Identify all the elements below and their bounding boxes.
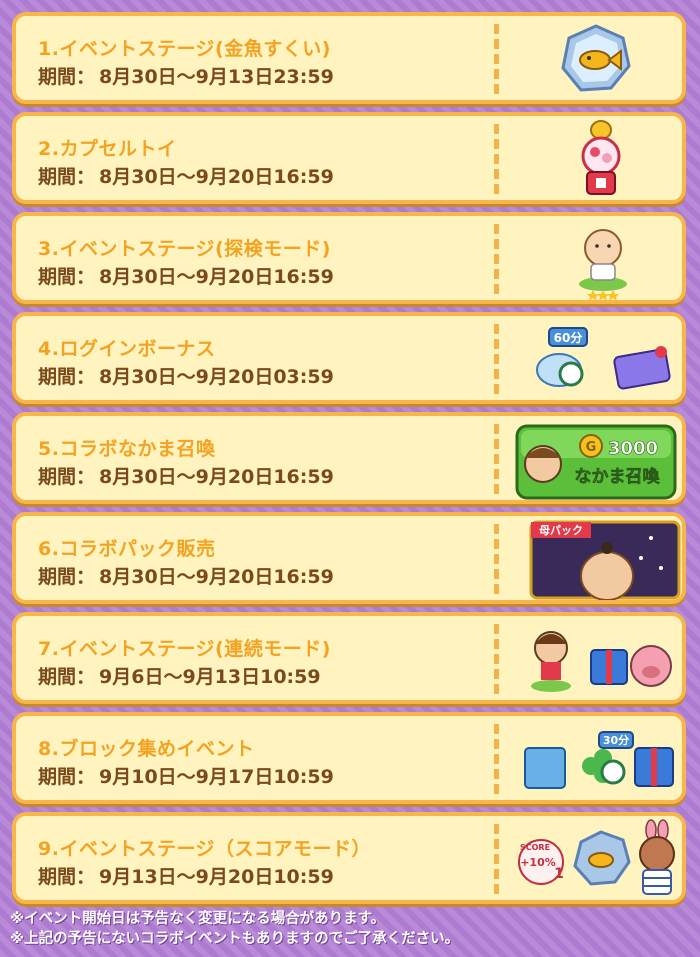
event-title: 2.カプセルトイ: [38, 138, 177, 160]
capsule-toy-machine-icon: [511, 118, 681, 200]
divider: [494, 624, 499, 694]
period-value: 8月30日〜9月20日16:59: [99, 566, 334, 588]
period-value: 8月30日〜9月20日16:59: [99, 466, 334, 488]
period-label: 期間：: [38, 766, 96, 788]
period-value: 9月13日〜9月20日10:59: [99, 866, 334, 888]
period-label: 期間：: [38, 466, 96, 488]
characters-gift-icon: [511, 618, 681, 700]
event-card-8: 8.ブロック集めイベント 期間： 9月10日〜9月17日10:59 30分: [12, 712, 686, 804]
period-label: 期間：: [38, 666, 96, 688]
event-period: 期間： 8月30日〜9月20日16:59: [38, 162, 334, 189]
period-label: 期間：: [38, 166, 96, 188]
divider: [494, 24, 499, 94]
period-value: 8月30日〜9月20日16:59: [99, 166, 334, 188]
period-label: 期間：: [38, 366, 96, 388]
score-top: SCORE: [520, 843, 550, 852]
event-period: 期間： 8月30日〜9月20日03:59: [38, 362, 334, 389]
summon-label: なかま召喚: [575, 466, 661, 487]
collab-pack-icon: 母パック: [511, 518, 681, 600]
event-period: 期間： 9月6日〜9月13日10:59: [38, 662, 321, 689]
block-clover-gift-icon: 30分: [511, 718, 681, 800]
score-value: +10%: [520, 856, 556, 869]
divider: [494, 324, 499, 394]
event-period: 期間： 8月30日〜9月20日16:59: [38, 562, 334, 589]
period-value: 9月10日〜9月17日10:59: [99, 766, 334, 788]
event-title: 3.イベントステージ(探検モード): [38, 238, 331, 260]
clock-items-icon: 60分: [511, 318, 681, 400]
footnote-2: ※上記の予告にないコラボイベントもありますのでご了承ください。: [10, 931, 460, 947]
divider: [494, 524, 499, 594]
event-title: 7.イベントステージ(連続モード): [38, 638, 331, 660]
event-title: 4.ログインボーナス: [38, 338, 216, 360]
event-period: 期間： 8月30日〜9月20日16:59: [38, 462, 334, 489]
period-label: 期間：: [38, 66, 96, 88]
svg-text:G: G: [586, 440, 597, 455]
character-stars-icon: [511, 218, 681, 300]
event-title: 6.コラボパック販売: [38, 538, 216, 560]
event-title: 1.イベントステージ(金魚すくい): [38, 38, 331, 60]
event-title: 5.コラボなかま召喚: [38, 438, 216, 460]
summon-cost: 3000: [608, 438, 658, 459]
score-badge-character-icon: SCORE +10% 1: [511, 818, 681, 900]
event-card-4: 4.ログインボーナス 期間： 8月30日〜9月20日03:59 60分: [12, 312, 686, 404]
footnote-1: ※イベント開始日は予告なく変更になる場合があります。: [10, 911, 386, 927]
period-value: 8月30日〜9月20日03:59: [99, 366, 334, 388]
period-label: 期間：: [38, 266, 96, 288]
divider: [494, 824, 499, 894]
event-title: 8.ブロック集めイベント: [38, 738, 255, 760]
goldfish-badge-icon: [511, 18, 681, 100]
divider: [494, 224, 499, 294]
summon-button-icon: G 3000 なかま召喚: [511, 418, 681, 500]
pack-banner: 母パック: [539, 524, 583, 537]
event-card-5: 5.コラボなかま召喚 期間： 8月30日〜9月20日16:59 G 3000 なか…: [12, 412, 686, 504]
time-badge: 30分: [603, 733, 629, 747]
event-card-2: 2.カプセルトイ 期間： 8月30日〜9月20日16:59: [12, 112, 686, 204]
event-card-6: 6.コラボパック販売 期間： 8月30日〜9月20日16:59 母パック: [12, 512, 686, 604]
divider: [494, 424, 499, 494]
period-value: 8月30日〜9月20日16:59: [99, 266, 334, 288]
event-card-3: 3.イベントステージ(探検モード) 期間： 8月30日〜9月20日16:59: [12, 212, 686, 304]
period-label: 期間：: [38, 866, 96, 888]
event-period: 期間： 8月30日〜9月13日23:59: [38, 62, 334, 89]
event-period: 期間： 8月30日〜9月20日16:59: [38, 262, 334, 289]
event-period: 期間： 9月10日〜9月17日10:59: [38, 762, 334, 789]
footnotes: ※イベント開始日は予告なく変更になる場合があります。 ※上記の予告にないコラボイ…: [10, 909, 459, 949]
period-value: 8月30日〜9月13日23:59: [99, 66, 334, 88]
divider: [494, 124, 499, 194]
event-card-1: 1.イベントステージ(金魚すくい) 期間： 8月30日〜9月13日23:59: [12, 12, 686, 104]
score-level: 1: [554, 866, 564, 882]
event-card-9: 9.イベントステージ（スコアモード） 期間： 9月13日〜9月20日10:59 S…: [12, 812, 686, 904]
event-card-7: 7.イベントステージ(連続モード) 期間： 9月6日〜9月13日10:59: [12, 612, 686, 704]
time-badge: 60分: [554, 330, 583, 345]
divider: [494, 724, 499, 794]
period-label: 期間：: [38, 566, 96, 588]
event-title: 9.イベントステージ（スコアモード）: [38, 838, 372, 860]
event-period: 期間： 9月13日〜9月20日10:59: [38, 862, 334, 889]
period-value: 9月6日〜9月13日10:59: [99, 666, 321, 688]
